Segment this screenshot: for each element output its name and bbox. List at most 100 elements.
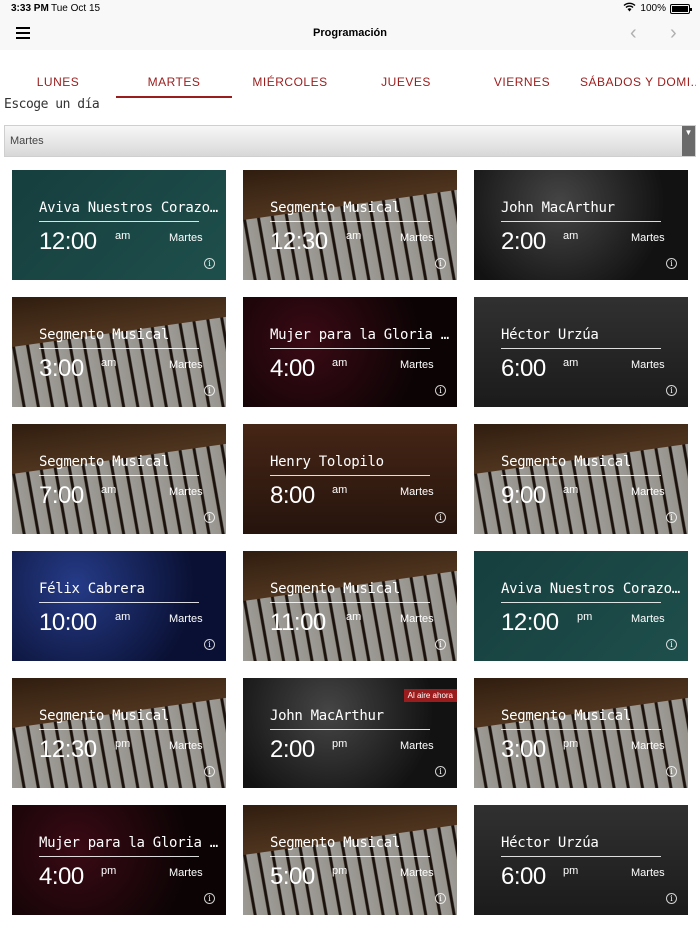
program-title: John MacArthur bbox=[270, 708, 384, 724]
program-card[interactable]: Segmento Musical 12:30 pm Martes i bbox=[12, 678, 226, 788]
status-time: 3:33 PM bbox=[11, 3, 49, 14]
divider bbox=[270, 348, 430, 349]
divider bbox=[501, 475, 661, 476]
program-time: 7:00 bbox=[39, 482, 84, 509]
program-time: 8:00 bbox=[270, 482, 315, 509]
day-select[interactable]: Martes ▼ bbox=[4, 125, 696, 157]
dropdown-arrow-icon[interactable]: ▼ bbox=[682, 126, 695, 156]
program-ampm: pm bbox=[577, 611, 593, 623]
program-title: Félix Cabrera bbox=[39, 581, 145, 597]
info-icon[interactable]: i bbox=[435, 766, 446, 777]
day-tabs: LUNES MARTES MIÉRCOLES JUEVES VIERNES SÁ… bbox=[0, 64, 700, 98]
program-card[interactable]: Henry Tolopilo 8:00 am Martes i bbox=[243, 424, 457, 534]
info-icon[interactable]: i bbox=[204, 512, 215, 523]
program-day: Martes bbox=[400, 867, 434, 879]
program-time: 2:00 bbox=[270, 736, 315, 763]
tab-sabados-domingos[interactable]: SÁBADOS Y DOMI... bbox=[580, 64, 696, 98]
program-card[interactable]: Félix Cabrera 10:00 am Martes i bbox=[12, 551, 226, 661]
info-icon[interactable]: i bbox=[204, 385, 215, 396]
program-card[interactable]: Segmento Musical 7:00 am Martes i bbox=[12, 424, 226, 534]
chevron-right-icon[interactable]: › bbox=[670, 23, 677, 43]
divider bbox=[39, 221, 199, 222]
status-date: Tue Oct 15 bbox=[51, 3, 101, 14]
program-ampm: pm bbox=[332, 865, 348, 877]
info-icon[interactable]: i bbox=[435, 639, 446, 650]
program-title: Segmento Musical bbox=[39, 708, 170, 724]
card-image-overlay bbox=[243, 170, 457, 280]
program-day: Martes bbox=[169, 740, 203, 752]
info-icon[interactable]: i bbox=[666, 385, 677, 396]
program-ampm: am bbox=[563, 484, 579, 496]
program-day: Martes bbox=[169, 613, 203, 625]
program-card[interactable]: Segmento Musical 5:00 pm Martes i bbox=[243, 805, 457, 915]
program-card[interactable]: John MacArthur 2:00 pm Martes i Al aire ahora bbox=[243, 678, 457, 788]
program-ampm: pm bbox=[332, 738, 348, 750]
program-card[interactable]: Mujer para la Gloria de... 4:00 pm Martes i bbox=[12, 805, 226, 915]
divider bbox=[39, 729, 199, 730]
program-day: Martes bbox=[631, 867, 665, 879]
program-title: Mujer para la Gloria de... bbox=[270, 327, 450, 343]
program-card[interactable]: Aviva Nuestros Corazones 12:00 am Martes i bbox=[12, 170, 226, 280]
info-icon[interactable]: i bbox=[204, 258, 215, 269]
divider bbox=[501, 221, 661, 222]
divider bbox=[39, 475, 199, 476]
info-icon[interactable]: i bbox=[666, 639, 677, 650]
program-card[interactable]: Segmento Musical 12:30 am Martes i bbox=[243, 170, 457, 280]
program-time: 12:00 bbox=[501, 609, 559, 636]
program-title: Henry Tolopilo bbox=[270, 454, 384, 470]
card-image-overlay bbox=[12, 551, 226, 661]
divider bbox=[39, 348, 199, 349]
tab-viernes[interactable]: VIERNES bbox=[464, 64, 580, 98]
tab-jueves[interactable]: JUEVES bbox=[348, 64, 464, 98]
program-card[interactable]: Segmento Musical 3:00 am Martes i bbox=[12, 297, 226, 407]
divider bbox=[270, 475, 430, 476]
wifi-icon bbox=[623, 2, 636, 15]
program-time: 3:00 bbox=[501, 736, 546, 763]
program-card[interactable]: Aviva Nuestros Corazones 12:00 pm Martes i bbox=[474, 551, 688, 661]
info-icon[interactable]: i bbox=[666, 512, 677, 523]
program-time: 12:30 bbox=[270, 228, 328, 255]
program-day: Martes bbox=[400, 740, 434, 752]
program-card[interactable]: Segmento Musical 3:00 pm Martes i bbox=[474, 678, 688, 788]
info-icon[interactable]: i bbox=[435, 258, 446, 269]
program-card[interactable]: Mujer para la Gloria de... 4:00 am Martes i bbox=[243, 297, 457, 407]
program-time: 9:00 bbox=[501, 482, 546, 509]
program-title: Héctor Urzúa bbox=[501, 835, 599, 851]
program-ampm: am bbox=[115, 230, 131, 242]
program-title: Aviva Nuestros Corazones bbox=[501, 581, 681, 597]
program-day: Martes bbox=[169, 359, 203, 371]
program-card[interactable]: Héctor Urzúa 6:00 am Martes i bbox=[474, 297, 688, 407]
chevron-left-icon[interactable]: ‹ bbox=[630, 23, 637, 43]
program-time: 2:00 bbox=[501, 228, 546, 255]
program-ampm: am bbox=[101, 357, 117, 369]
program-title: Segmento Musical bbox=[501, 708, 632, 724]
info-icon[interactable]: i bbox=[204, 766, 215, 777]
info-icon[interactable]: i bbox=[435, 385, 446, 396]
program-ampm: am bbox=[101, 484, 117, 496]
info-icon[interactable]: i bbox=[666, 766, 677, 777]
info-icon[interactable]: i bbox=[435, 512, 446, 523]
card-image-overlay bbox=[243, 805, 457, 915]
info-icon[interactable]: i bbox=[204, 893, 215, 904]
program-card[interactable]: Héctor Urzúa 6:00 pm Martes i bbox=[474, 805, 688, 915]
program-card[interactable]: Segmento Musical 11:00 am Martes i bbox=[243, 551, 457, 661]
info-icon[interactable]: i bbox=[666, 893, 677, 904]
info-icon[interactable]: i bbox=[666, 258, 677, 269]
info-icon[interactable]: i bbox=[435, 893, 446, 904]
card-image-overlay bbox=[243, 551, 457, 661]
program-ampm: pm bbox=[563, 865, 579, 877]
divider bbox=[270, 602, 430, 603]
tab-miercoles[interactable]: MIÉRCOLES bbox=[232, 64, 348, 98]
divider bbox=[501, 729, 661, 730]
program-card[interactable]: Segmento Musical 9:00 am Martes i bbox=[474, 424, 688, 534]
tab-martes[interactable]: MARTES bbox=[116, 64, 232, 98]
program-day: Martes bbox=[169, 232, 203, 244]
divider bbox=[501, 856, 661, 857]
divider bbox=[39, 856, 199, 857]
program-day: Martes bbox=[169, 867, 203, 879]
info-icon[interactable]: i bbox=[204, 639, 215, 650]
card-image-overlay bbox=[12, 297, 226, 407]
program-card[interactable]: John MacArthur 2:00 am Martes i bbox=[474, 170, 688, 280]
tab-lunes[interactable]: LUNES bbox=[0, 64, 116, 98]
program-time: 3:00 bbox=[39, 355, 84, 382]
